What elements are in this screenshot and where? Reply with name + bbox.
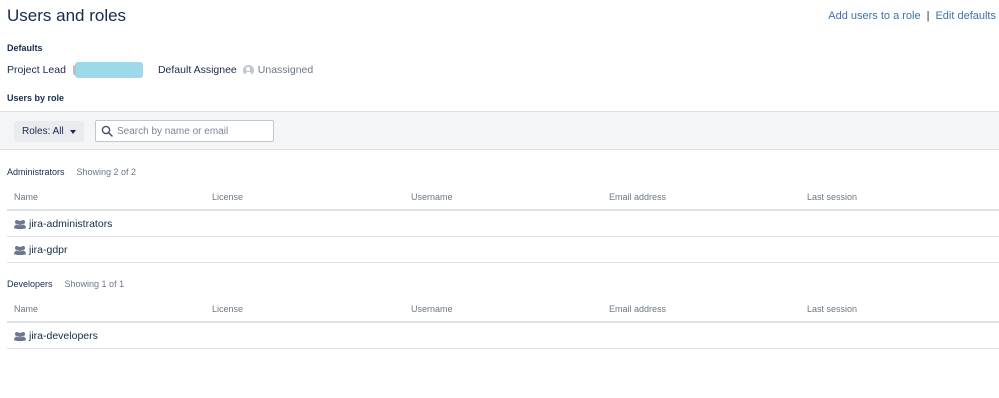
table-row[interactable]: jira-developers [7, 323, 999, 349]
group-role-name: Administrators [7, 167, 65, 177]
group-icon [14, 220, 26, 229]
column-header-name[interactable]: Name [14, 304, 38, 314]
defaults-heading: Defaults [7, 43, 43, 53]
table-row[interactable]: jira-gdpr [7, 237, 999, 263]
row-name-cell: jira-gdpr [14, 244, 68, 256]
group-header-developers: Developers Showing 1 of 1 [7, 279, 124, 289]
group-header-administrators: Administrators Showing 2 of 2 [7, 167, 136, 177]
developers-table: Name License Username Email address Last… [7, 297, 999, 349]
row-name[interactable]: jira-developers [29, 330, 98, 342]
default-assignee-value: Unassigned [257, 64, 314, 76]
action-separator: | [926, 10, 930, 22]
column-header-username[interactable]: Username [411, 192, 453, 202]
roles-filter-label: Roles: All [22, 126, 64, 137]
column-header-username[interactable]: Username [411, 304, 453, 314]
default-assignee-label: Default Assignee [157, 64, 237, 76]
column-header-email[interactable]: Email address [609, 304, 666, 314]
page-title: Users and roles [7, 6, 127, 25]
row-name-cell: jira-developers [14, 330, 98, 342]
defaults-row: Project Lead Default Assignee Unassigned [7, 62, 314, 78]
edit-defaults-link[interactable]: Edit defaults [935, 10, 996, 22]
header-actions: Add users to a role | Edit defaults [828, 10, 996, 22]
row-name-cell: jira-administrators [14, 218, 112, 230]
group-role-name: Developers [7, 279, 53, 289]
group-count: Showing 2 of 2 [76, 167, 137, 177]
group-icon [14, 246, 26, 255]
table-header: Name License Username Email address Last… [7, 297, 999, 323]
column-header-last-session[interactable]: Last session [807, 192, 857, 202]
group-count: Showing 1 of 1 [64, 279, 125, 289]
row-name[interactable]: jira-administrators [29, 218, 112, 230]
search-input[interactable] [117, 125, 272, 137]
chevron-down-icon [69, 129, 76, 134]
column-header-license[interactable]: License [212, 304, 243, 314]
administrators-table: Name License Username Email address Last… [7, 185, 999, 263]
search-icon [101, 125, 113, 137]
column-header-license[interactable]: License [212, 192, 243, 202]
search-box[interactable] [95, 120, 274, 142]
project-lead-redacted [72, 62, 143, 78]
add-users-to-role-link[interactable]: Add users to a role [828, 10, 920, 22]
row-name[interactable]: jira-gdpr [29, 244, 68, 256]
filter-bar: Roles: All [0, 111, 999, 150]
project-lead-label: Project Lead [7, 64, 66, 76]
table-row[interactable]: jira-administrators [7, 211, 999, 237]
group-icon [14, 332, 26, 341]
column-header-last-session[interactable]: Last session [807, 304, 857, 314]
unassigned-avatar-icon [242, 64, 254, 76]
roles-filter-dropdown[interactable]: Roles: All [14, 121, 84, 142]
table-header: Name License Username Email address Last… [7, 185, 999, 211]
users-by-role-heading: Users by role [7, 93, 65, 103]
column-header-email[interactable]: Email address [609, 192, 666, 202]
column-header-name[interactable]: Name [14, 192, 38, 202]
